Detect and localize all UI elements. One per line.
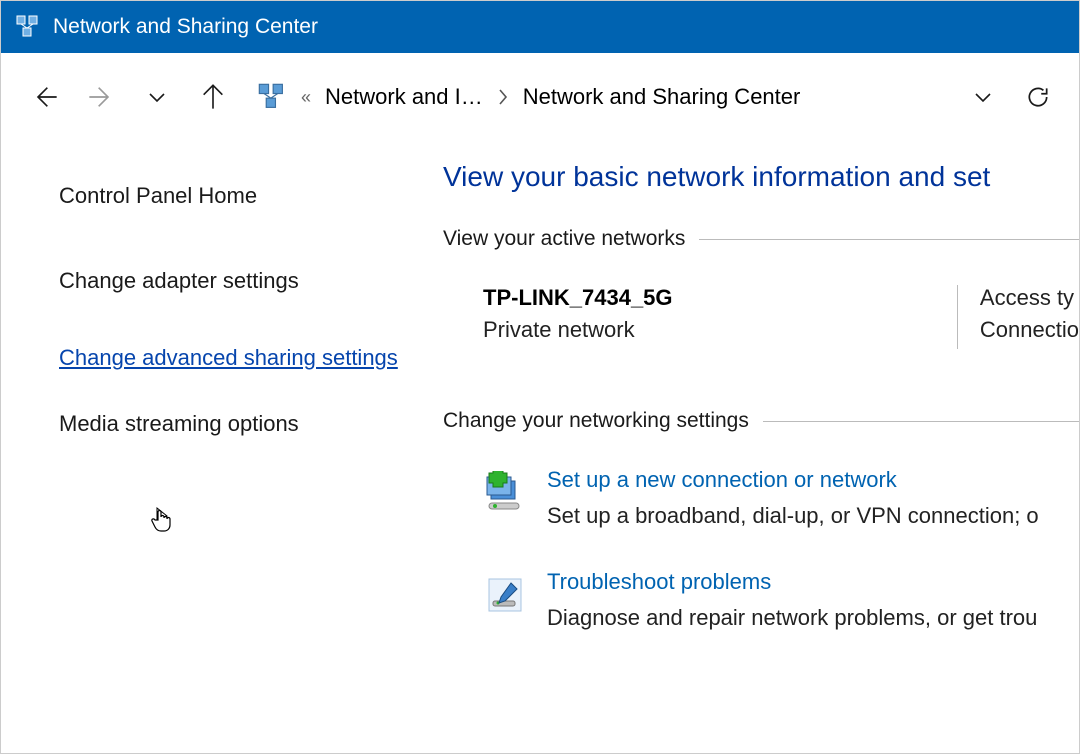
setup-connection-desc: Set up a broadband, dial-up, or VPN conn… [547, 503, 1039, 529]
cursor-pointer-icon [149, 506, 173, 534]
breadcrumb-item-1[interactable]: Network and I… [325, 84, 483, 110]
window-title: Network and Sharing Center [53, 15, 318, 39]
sidebar-media-streaming[interactable]: Media streaming options [59, 409, 401, 440]
back-button[interactable] [29, 81, 61, 113]
chevron-right-icon[interactable] [497, 88, 509, 106]
setup-connection-item: Set up a new connection or network Set u… [443, 467, 1079, 529]
active-networks-heading: View your active networks [443, 227, 1079, 251]
sidebar: Control Panel Home Change adapter settin… [1, 141, 431, 753]
network-type: Private network [483, 317, 957, 343]
navbar: « Network and I… Network and Sharing Cen… [1, 53, 1079, 141]
network-name: TP-LINK_7434_5G [483, 285, 957, 311]
troubleshoot-icon [483, 573, 527, 617]
sidebar-change-advanced-sharing[interactable]: Change advanced sharing settings [59, 343, 401, 374]
troubleshoot-item: Troubleshoot problems Diagnose and repai… [443, 569, 1079, 631]
main-panel: View your basic network information and … [431, 141, 1079, 753]
troubleshoot-link[interactable]: Troubleshoot problems [547, 569, 1037, 595]
up-button[interactable] [197, 81, 229, 113]
setup-connection-link[interactable]: Set up a new connection or network [547, 467, 1039, 493]
address-bar[interactable]: « Network and I… Network and Sharing Cen… [257, 82, 1051, 112]
content-area: Control Panel Home Change adapter settin… [1, 141, 1079, 753]
recent-locations-button[interactable] [141, 81, 173, 113]
forward-button[interactable] [85, 81, 117, 113]
page-headline: View your basic network information and … [443, 161, 1079, 193]
troubleshoot-desc: Diagnose and repair network problems, or… [547, 605, 1037, 631]
setup-connection-icon [483, 471, 527, 515]
refresh-button[interactable] [1025, 84, 1051, 110]
app-icon [15, 14, 41, 40]
titlebar: Network and Sharing Center [1, 1, 1079, 53]
divider [763, 421, 1079, 422]
connections-label: Connectio [980, 317, 1079, 343]
divider [699, 239, 1079, 240]
change-settings-heading: Change your networking settings [443, 409, 1079, 433]
change-settings-label: Change your networking settings [443, 409, 749, 433]
access-type-label: Access ty [980, 285, 1079, 311]
address-dropdown-button[interactable] [973, 90, 993, 104]
network-icon [257, 82, 287, 112]
active-network-row: TP-LINK_7434_5G Private network Access t… [443, 285, 1079, 349]
breadcrumb-item-2[interactable]: Network and Sharing Center [523, 84, 801, 110]
sidebar-control-panel-home[interactable]: Control Panel Home [59, 181, 401, 212]
sidebar-change-adapter[interactable]: Change adapter settings [59, 266, 401, 297]
breadcrumb-root-chevron[interactable]: « [301, 87, 311, 108]
active-networks-label: View your active networks [443, 227, 685, 251]
